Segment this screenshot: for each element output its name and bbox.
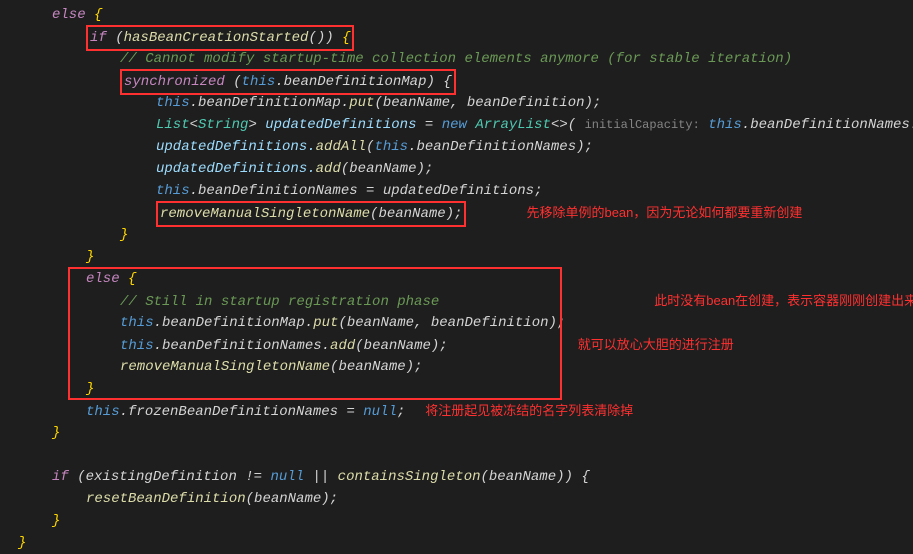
code-line: if (hasBeanCreationStarted()) { xyxy=(0,26,913,48)
code-line: } xyxy=(0,532,913,554)
code-line: // Cannot modify startup-time collection… xyxy=(0,48,913,70)
code-line: removeManualSingletonName(beanName); 先移除单… xyxy=(0,202,913,224)
code-line xyxy=(0,444,913,466)
code-line: else { xyxy=(0,268,913,290)
highlight-box xyxy=(68,267,562,400)
code-line: this.beanDefinitionNames = updatedDefini… xyxy=(0,180,913,202)
code-line: this.frozenBeanDefinitionNames = null;将注… xyxy=(0,400,913,422)
code-line: updatedDefinitions.add(beanName); xyxy=(0,158,913,180)
highlight-box: removeManualSingletonName(beanName); xyxy=(156,201,466,227)
code-line: updatedDefinitions.addAll(this.beanDefin… xyxy=(0,136,913,158)
comment: // Cannot modify startup-time collection… xyxy=(120,51,792,67)
code-line: this.beanDefinitionMap.put(beanName, bea… xyxy=(0,92,913,114)
code-line: List<String> updatedDefinitions = new Ar… xyxy=(0,114,913,136)
code-line: } xyxy=(0,510,913,532)
inline-hint: initialCapacity: xyxy=(585,118,700,132)
annotation: 先移除单例的bean，因为无论如何都要重新创建 xyxy=(526,202,802,224)
code-line: if (existingDefinition != null || contai… xyxy=(0,466,913,488)
code-line: } xyxy=(0,422,913,444)
code-editor[interactable]: else { if (hasBeanCreationStarted()) { /… xyxy=(0,4,913,554)
keyword-else: else xyxy=(52,7,86,23)
code-line: } xyxy=(0,246,913,268)
code-line: } xyxy=(0,224,913,246)
code-line: resetBeanDefinition(beanName); xyxy=(0,488,913,510)
code-line: else { xyxy=(0,4,913,26)
annotation: 将注册起见被冻结的名字列表清除掉 xyxy=(425,400,633,422)
annotation: 就可以放心大胆的进行注册 xyxy=(578,334,734,356)
annotation: 此时没有bean在创建，表示容器刚刚创建出来， xyxy=(654,290,913,312)
code-line: synchronized (this.beanDefinitionMap) { xyxy=(0,70,913,92)
